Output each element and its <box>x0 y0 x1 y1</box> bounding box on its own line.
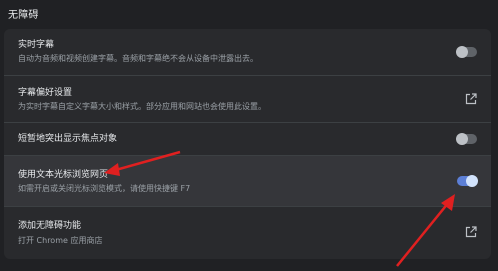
setting-row-caret-browsing[interactable]: 使用文本光标浏览网页 如需开启或关闭光标浏览模式，请使用快捷键 F7 <box>4 156 491 206</box>
accessibility-settings-page: 无障碍 实时字幕 自动为音频和视频创建字幕。音频和字幕绝不会从设备中泄露出去。 … <box>0 0 498 271</box>
settings-card: 实时字幕 自动为音频和视频创建字幕。音频和字幕绝不会从设备中泄露出去。 字幕偏好… <box>4 29 491 259</box>
section-title: 无障碍 <box>8 10 39 21</box>
setting-label: 短暂地突出显示焦点对象 <box>18 134 118 144</box>
toggle-knob <box>466 175 478 187</box>
focus-highlight-toggle[interactable] <box>456 133 477 145</box>
setting-row-focus-highlight[interactable]: 短暂地突出显示焦点对象 <box>4 123 491 155</box>
setting-row-live-caption[interactable]: 实时字幕 自动为音频和视频创建字幕。音频和字幕绝不会从设备中泄露出去。 <box>4 29 491 75</box>
setting-label: 使用文本光标浏览网页 <box>18 170 109 180</box>
setting-label: 添加无障碍功能 <box>18 221 82 231</box>
setting-description: 为实时字幕自定义字幕大小和样式。部分应用和网站也会使用此设置。 <box>18 102 266 111</box>
setting-description: 自动为音频和视频创建字幕。音频和字幕绝不会从设备中泄露出去。 <box>18 54 258 63</box>
setting-label: 字幕偏好设置 <box>18 88 73 98</box>
open-in-new-icon[interactable] <box>465 93 477 105</box>
setting-row-add-accessibility-features[interactable]: 添加无障碍功能 打开 Chrome 应用商店 <box>4 207 491 259</box>
open-in-new-icon[interactable] <box>465 226 477 238</box>
setting-row-caption-preferences[interactable]: 字幕偏好设置 为实时字幕自定义字幕大小和样式。部分应用和网站也会使用此设置。 <box>4 76 491 122</box>
setting-description: 如需开启或关闭光标浏览模式，请使用快捷键 F7 <box>18 184 191 193</box>
live-caption-toggle[interactable] <box>456 46 477 58</box>
caret-browsing-toggle[interactable] <box>457 175 478 187</box>
setting-description: 打开 Chrome 应用商店 <box>18 236 103 245</box>
setting-label: 实时字幕 <box>18 40 55 50</box>
toggle-knob <box>456 133 468 145</box>
toggle-knob <box>456 46 468 58</box>
